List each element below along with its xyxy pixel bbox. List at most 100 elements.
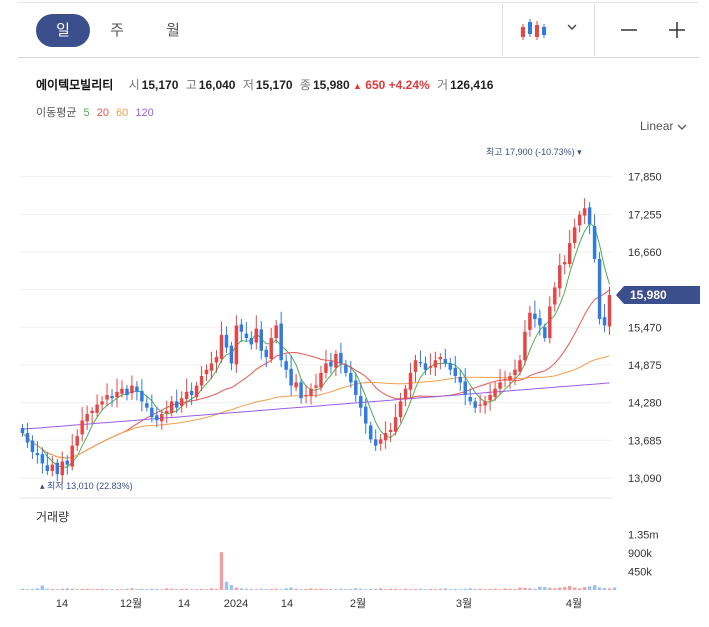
volume-bar [130, 588, 134, 590]
candle-body [85, 414, 89, 422]
candle-body [40, 454, 45, 464]
volume-bar [523, 587, 527, 590]
candle-body [408, 372, 413, 390]
candle-body [543, 327, 547, 339]
volume-bar [349, 588, 353, 590]
candle-body [349, 372, 353, 383]
candle-body [234, 325, 239, 365]
volume-bar [463, 588, 467, 590]
volume-bar [284, 588, 288, 590]
candle-body [548, 306, 552, 339]
candle-body [453, 367, 458, 377]
volume-bar [468, 588, 472, 590]
volume-bar [354, 588, 358, 590]
volume-bar [309, 588, 313, 590]
volume-bar [244, 588, 249, 590]
candle-body [314, 385, 318, 388]
candle-body [364, 406, 368, 424]
volume-bar [403, 588, 408, 590]
x-tick-label: 2024 [224, 598, 248, 610]
volume-bar [80, 588, 84, 590]
volume-bar [383, 589, 388, 590]
candle-body [130, 385, 134, 394]
candle-body [582, 208, 587, 216]
candle-body [194, 385, 199, 397]
candle-body [239, 324, 244, 332]
volume-bar [279, 589, 283, 590]
volume-bar [592, 585, 597, 590]
volume-bar [55, 589, 60, 590]
volume-bar [274, 588, 278, 590]
volume-bar [105, 589, 109, 590]
candle-body [458, 377, 463, 383]
candle-body [383, 433, 388, 441]
candle-body [359, 395, 363, 408]
volume-bar [503, 588, 507, 590]
volume-bar [553, 588, 557, 590]
candle-body [50, 464, 55, 472]
volume-bar [174, 589, 179, 590]
volume-bar [75, 589, 79, 590]
candle-body [20, 427, 25, 434]
candle-body [324, 363, 328, 373]
candle-body [339, 352, 343, 364]
volume-bar [204, 589, 209, 590]
candle-body [140, 390, 144, 402]
volume-bar [90, 589, 94, 590]
candle-body [30, 440, 35, 453]
candle-body [503, 379, 507, 381]
candle-body [120, 388, 124, 394]
volume-bar [433, 589, 438, 590]
x-tick-label: 14 [56, 598, 68, 610]
candle-body [259, 329, 264, 351]
volume-bar [100, 588, 104, 590]
volume-bar [543, 587, 547, 590]
candle-body [25, 433, 30, 443]
volume-bar [199, 588, 204, 590]
candle-body [70, 445, 74, 467]
candle-body [558, 265, 562, 289]
x-tick-label: 3월 [456, 597, 472, 610]
candle-body [378, 439, 383, 444]
candle-body [577, 214, 582, 226]
volume-bar [567, 585, 572, 590]
volume-bar [299, 589, 303, 590]
candle-body [518, 360, 522, 372]
volume-bar [518, 587, 522, 590]
candle-body [418, 362, 423, 364]
price-chart[interactable]: 17,85017,25516,66016,06515,47014,87514,2… [0, 0, 709, 627]
volume-bar [269, 588, 273, 590]
x-tick-label: 14 [178, 598, 190, 610]
price-tick-label: 13,090 [628, 473, 662, 485]
volume-bar [324, 589, 328, 590]
candle-body [572, 227, 577, 244]
volume-bar [373, 588, 378, 590]
candle-body [189, 390, 194, 396]
volume-bar [538, 586, 542, 590]
volume-bar [224, 581, 229, 590]
candle-body [508, 376, 512, 381]
last-price-label: 15,980 [630, 288, 667, 302]
volume-bar [60, 588, 65, 590]
candle-body [368, 425, 373, 440]
volume-bar [368, 588, 373, 590]
volume-bar [453, 588, 458, 590]
volume-bar [388, 588, 393, 590]
volume-bar [378, 588, 383, 590]
candle-body [269, 338, 273, 359]
price-tick-label: 14,875 [628, 360, 662, 372]
volume-bar [473, 588, 477, 590]
candle-body [199, 376, 204, 386]
candle-body [344, 365, 348, 373]
candle-body [602, 317, 607, 326]
candle-body [224, 334, 229, 348]
volume-bar [458, 589, 463, 590]
price-tick-label: 17,850 [628, 172, 662, 184]
candle-body [403, 388, 408, 400]
candle-body [35, 452, 40, 456]
candle-body [533, 313, 537, 320]
volume-bar [408, 589, 413, 590]
volume-bar [179, 588, 184, 590]
volume-bar [135, 589, 139, 590]
volume-tick-label: 450k [628, 566, 652, 578]
